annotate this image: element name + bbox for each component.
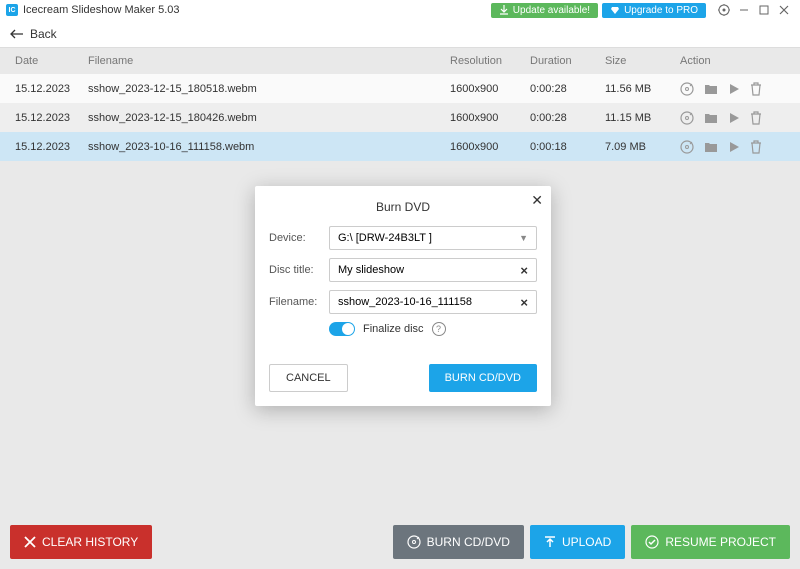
maximize-button[interactable] (754, 2, 774, 18)
filename-input[interactable] (338, 296, 528, 308)
table-row[interactable]: 15.12.2023 sshow_2023-12-15_180518.webm … (0, 74, 800, 103)
cell-date: 15.12.2023 (15, 141, 88, 153)
disc-icon[interactable] (680, 82, 694, 96)
folder-icon[interactable] (704, 83, 718, 95)
cancel-button[interactable]: CANCEL (269, 364, 348, 392)
upload-button[interactable]: UPLOAD (530, 525, 625, 559)
burn-label: BURN CD/DVD (427, 535, 510, 549)
modal-title: Burn DVD (255, 186, 551, 226)
cell-resolution: 1600x900 (450, 112, 530, 124)
chevron-down-icon: ▼ (519, 233, 528, 243)
cell-date: 15.12.2023 (15, 83, 88, 95)
header-filename: Filename (88, 55, 450, 67)
header-action: Action (680, 55, 785, 67)
trash-icon[interactable] (750, 140, 762, 154)
table-row[interactable]: 15.12.2023 sshow_2023-10-16_111158.webm … (0, 132, 800, 161)
cell-resolution: 1600x900 (450, 141, 530, 153)
trash-icon[interactable] (750, 82, 762, 96)
cell-duration: 0:00:18 (530, 141, 605, 153)
upgrade-pro-button[interactable]: Upgrade to PRO (602, 3, 706, 18)
disc-icon[interactable] (680, 111, 694, 125)
minimize-button[interactable] (734, 2, 754, 18)
clear-history-button[interactable]: CLEAR HISTORY (10, 525, 152, 559)
disctitle-label: Disc title: (269, 264, 329, 276)
burn-button[interactable]: BURN CD/DVD (429, 364, 537, 392)
folder-icon[interactable] (704, 112, 718, 124)
burn-dvd-modal: ✕ Burn DVD Device: G:\ [DRW-24B3LT ] ▼ D… (255, 186, 551, 406)
cell-duration: 0:00:28 (530, 83, 605, 95)
clear-filename-button[interactable]: × (520, 295, 528, 310)
back-button[interactable]: Back (10, 27, 57, 41)
play-icon[interactable] (728, 141, 740, 153)
update-button[interactable]: Update available! (491, 3, 598, 18)
table-row[interactable]: 15.12.2023 sshow_2023-12-15_180426.webm … (0, 103, 800, 132)
resume-project-button[interactable]: RESUME PROJECT (631, 525, 790, 559)
pro-label: Upgrade to PRO (624, 5, 698, 16)
header-size: Size (605, 55, 680, 67)
finalize-toggle[interactable] (329, 322, 355, 336)
app-logo-icon: IC (6, 4, 18, 16)
footer: CLEAR HISTORY BURN CD/DVD UPLOAD RESUME … (10, 525, 790, 559)
clear-disctitle-button[interactable]: × (520, 263, 528, 278)
header-resolution: Resolution (450, 55, 530, 67)
disctitle-input[interactable] (338, 264, 528, 276)
footer-burn-button[interactable]: BURN CD/DVD (393, 525, 524, 559)
cell-filename: sshow_2023-12-15_180426.webm (88, 112, 450, 124)
play-icon[interactable] (728, 112, 740, 124)
disc-icon[interactable] (680, 140, 694, 154)
disctitle-input-wrap: × (329, 258, 537, 282)
help-icon[interactable]: ? (432, 322, 446, 336)
titlebar: IC Icecream Slideshow Maker 5.03 Update … (0, 0, 800, 20)
update-label: Update available! (513, 5, 590, 16)
device-value: G:\ [DRW-24B3LT ] (338, 232, 432, 244)
cell-size: 11.56 MB (605, 83, 680, 95)
table-header: Date Filename Resolution Duration Size A… (0, 48, 800, 74)
trash-icon[interactable] (750, 111, 762, 125)
upload-label: UPLOAD (562, 535, 611, 549)
play-icon[interactable] (728, 83, 740, 95)
filename-input-wrap: × (329, 290, 537, 314)
download-icon (499, 5, 509, 15)
folder-icon[interactable] (704, 141, 718, 153)
disc-icon (407, 535, 421, 549)
modal-close-button[interactable]: ✕ (531, 192, 543, 209)
upload-icon (544, 536, 556, 548)
diamond-icon (610, 5, 620, 15)
clear-label: CLEAR HISTORY (42, 535, 138, 549)
device-select[interactable]: G:\ [DRW-24B3LT ] ▼ (329, 226, 537, 250)
check-circle-icon (645, 535, 659, 549)
arrow-left-icon (10, 29, 24, 39)
app-title: Icecream Slideshow Maker 5.03 (23, 4, 180, 16)
device-label: Device: (269, 232, 329, 244)
toolbar: Back (0, 20, 800, 48)
cell-size: 7.09 MB (605, 141, 680, 153)
finalize-label: Finalize disc (363, 323, 424, 335)
cell-size: 11.15 MB (605, 112, 680, 124)
header-date: Date (15, 55, 88, 67)
cell-filename: sshow_2023-12-15_180518.webm (88, 83, 450, 95)
cell-resolution: 1600x900 (450, 83, 530, 95)
filename-label: Filename: (269, 296, 329, 308)
header-duration: Duration (530, 55, 605, 67)
cell-date: 15.12.2023 (15, 112, 88, 124)
back-label: Back (30, 27, 57, 41)
close-window-button[interactable] (774, 2, 794, 18)
resume-label: RESUME PROJECT (665, 535, 776, 549)
settings-button[interactable] (714, 2, 734, 18)
close-icon (24, 536, 36, 548)
cell-filename: sshow_2023-10-16_111158.webm (88, 141, 450, 153)
cell-duration: 0:00:28 (530, 112, 605, 124)
